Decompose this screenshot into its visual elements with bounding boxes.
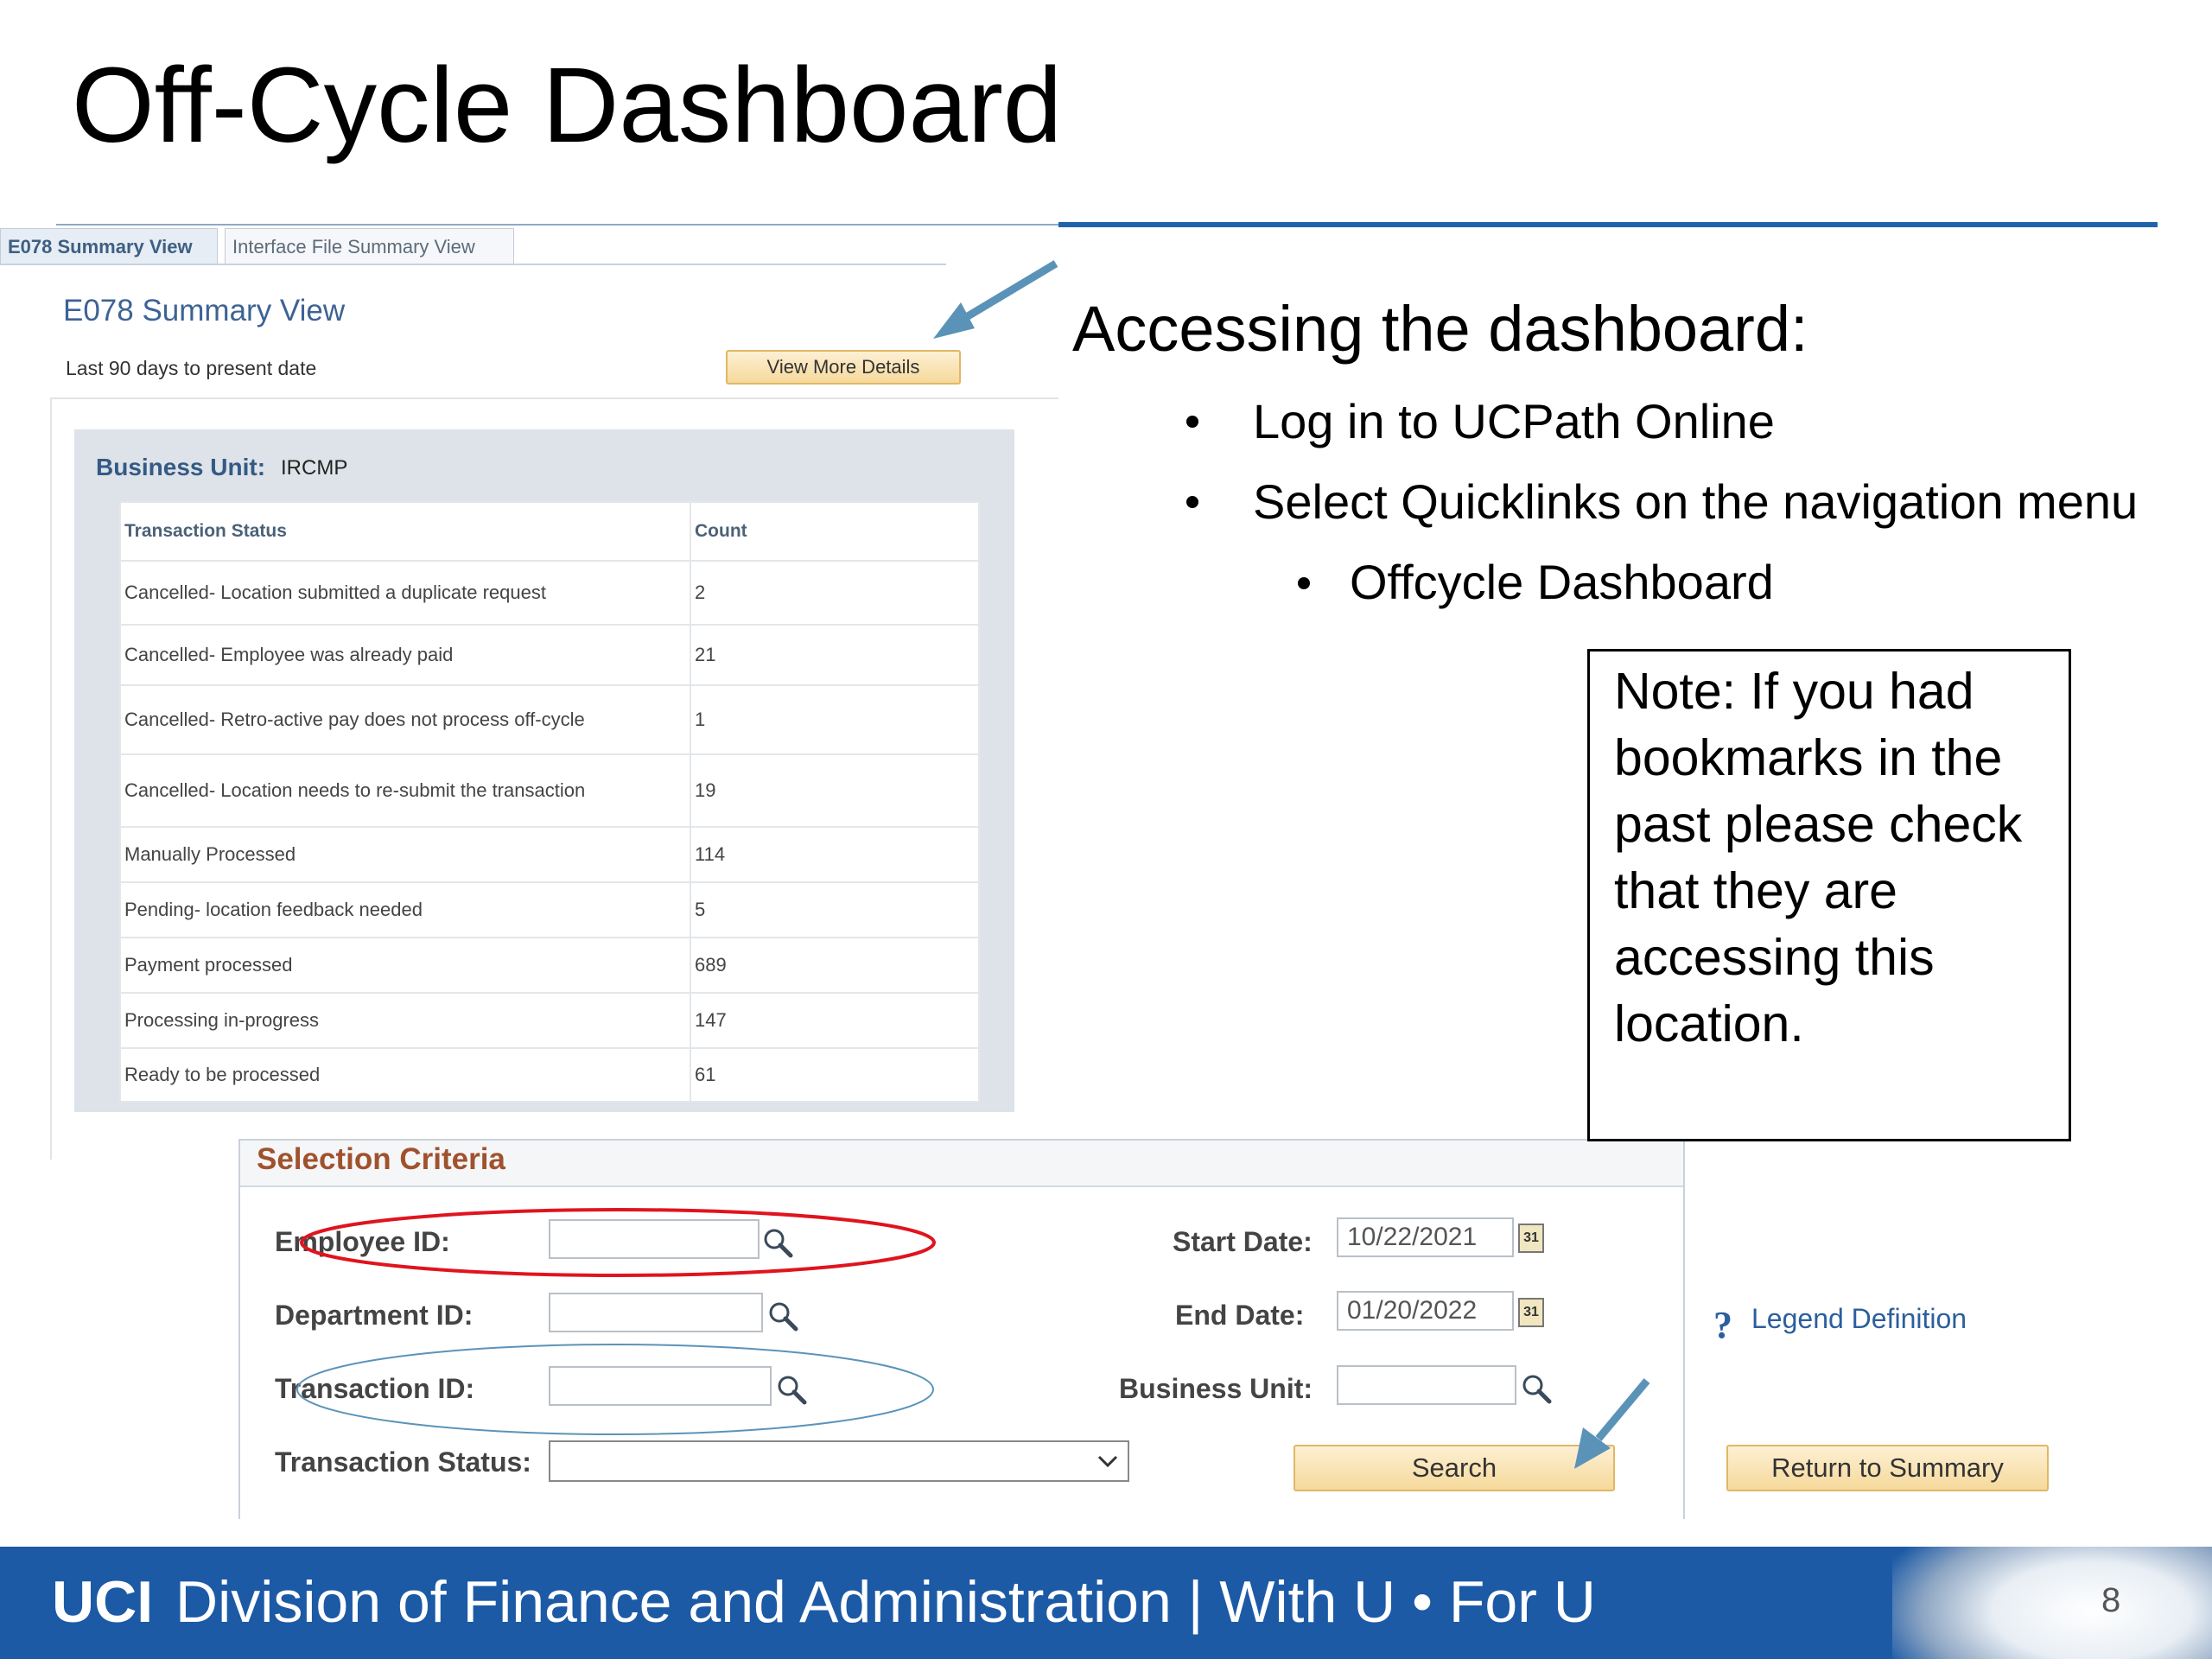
bullet-dot — [1186, 416, 1198, 428]
page-number: 8 — [2101, 1581, 2121, 1619]
footer-text: Division of Finance and Administration |… — [175, 1569, 1596, 1635]
arrow-to-view-more-details — [933, 260, 1058, 339]
bullet-dot — [1298, 577, 1310, 589]
instruction-bullet-quicklinks: Select Quicklinks on the navigation menu — [1253, 474, 2139, 529]
bullet-dot — [1186, 496, 1198, 508]
transaction-id-highlight-ellipse — [296, 1344, 934, 1435]
accessing-heading: Accessing the dashboard: — [1072, 293, 1808, 365]
note-text: Note: If you had bookmarks in the past p… — [1614, 663, 2023, 1052]
instruction-sub-bullet-offcycle: Offcycle Dashboard — [1350, 555, 1774, 609]
employee-id-highlight-ellipse — [300, 1208, 936, 1277]
arrow-to-search-button — [1574, 1378, 1650, 1469]
instruction-bullet-login: Log in to UCPath Online — [1253, 394, 1775, 448]
footer-brand: UCI — [52, 1569, 154, 1635]
footer-decoration — [1892, 1547, 2212, 1659]
